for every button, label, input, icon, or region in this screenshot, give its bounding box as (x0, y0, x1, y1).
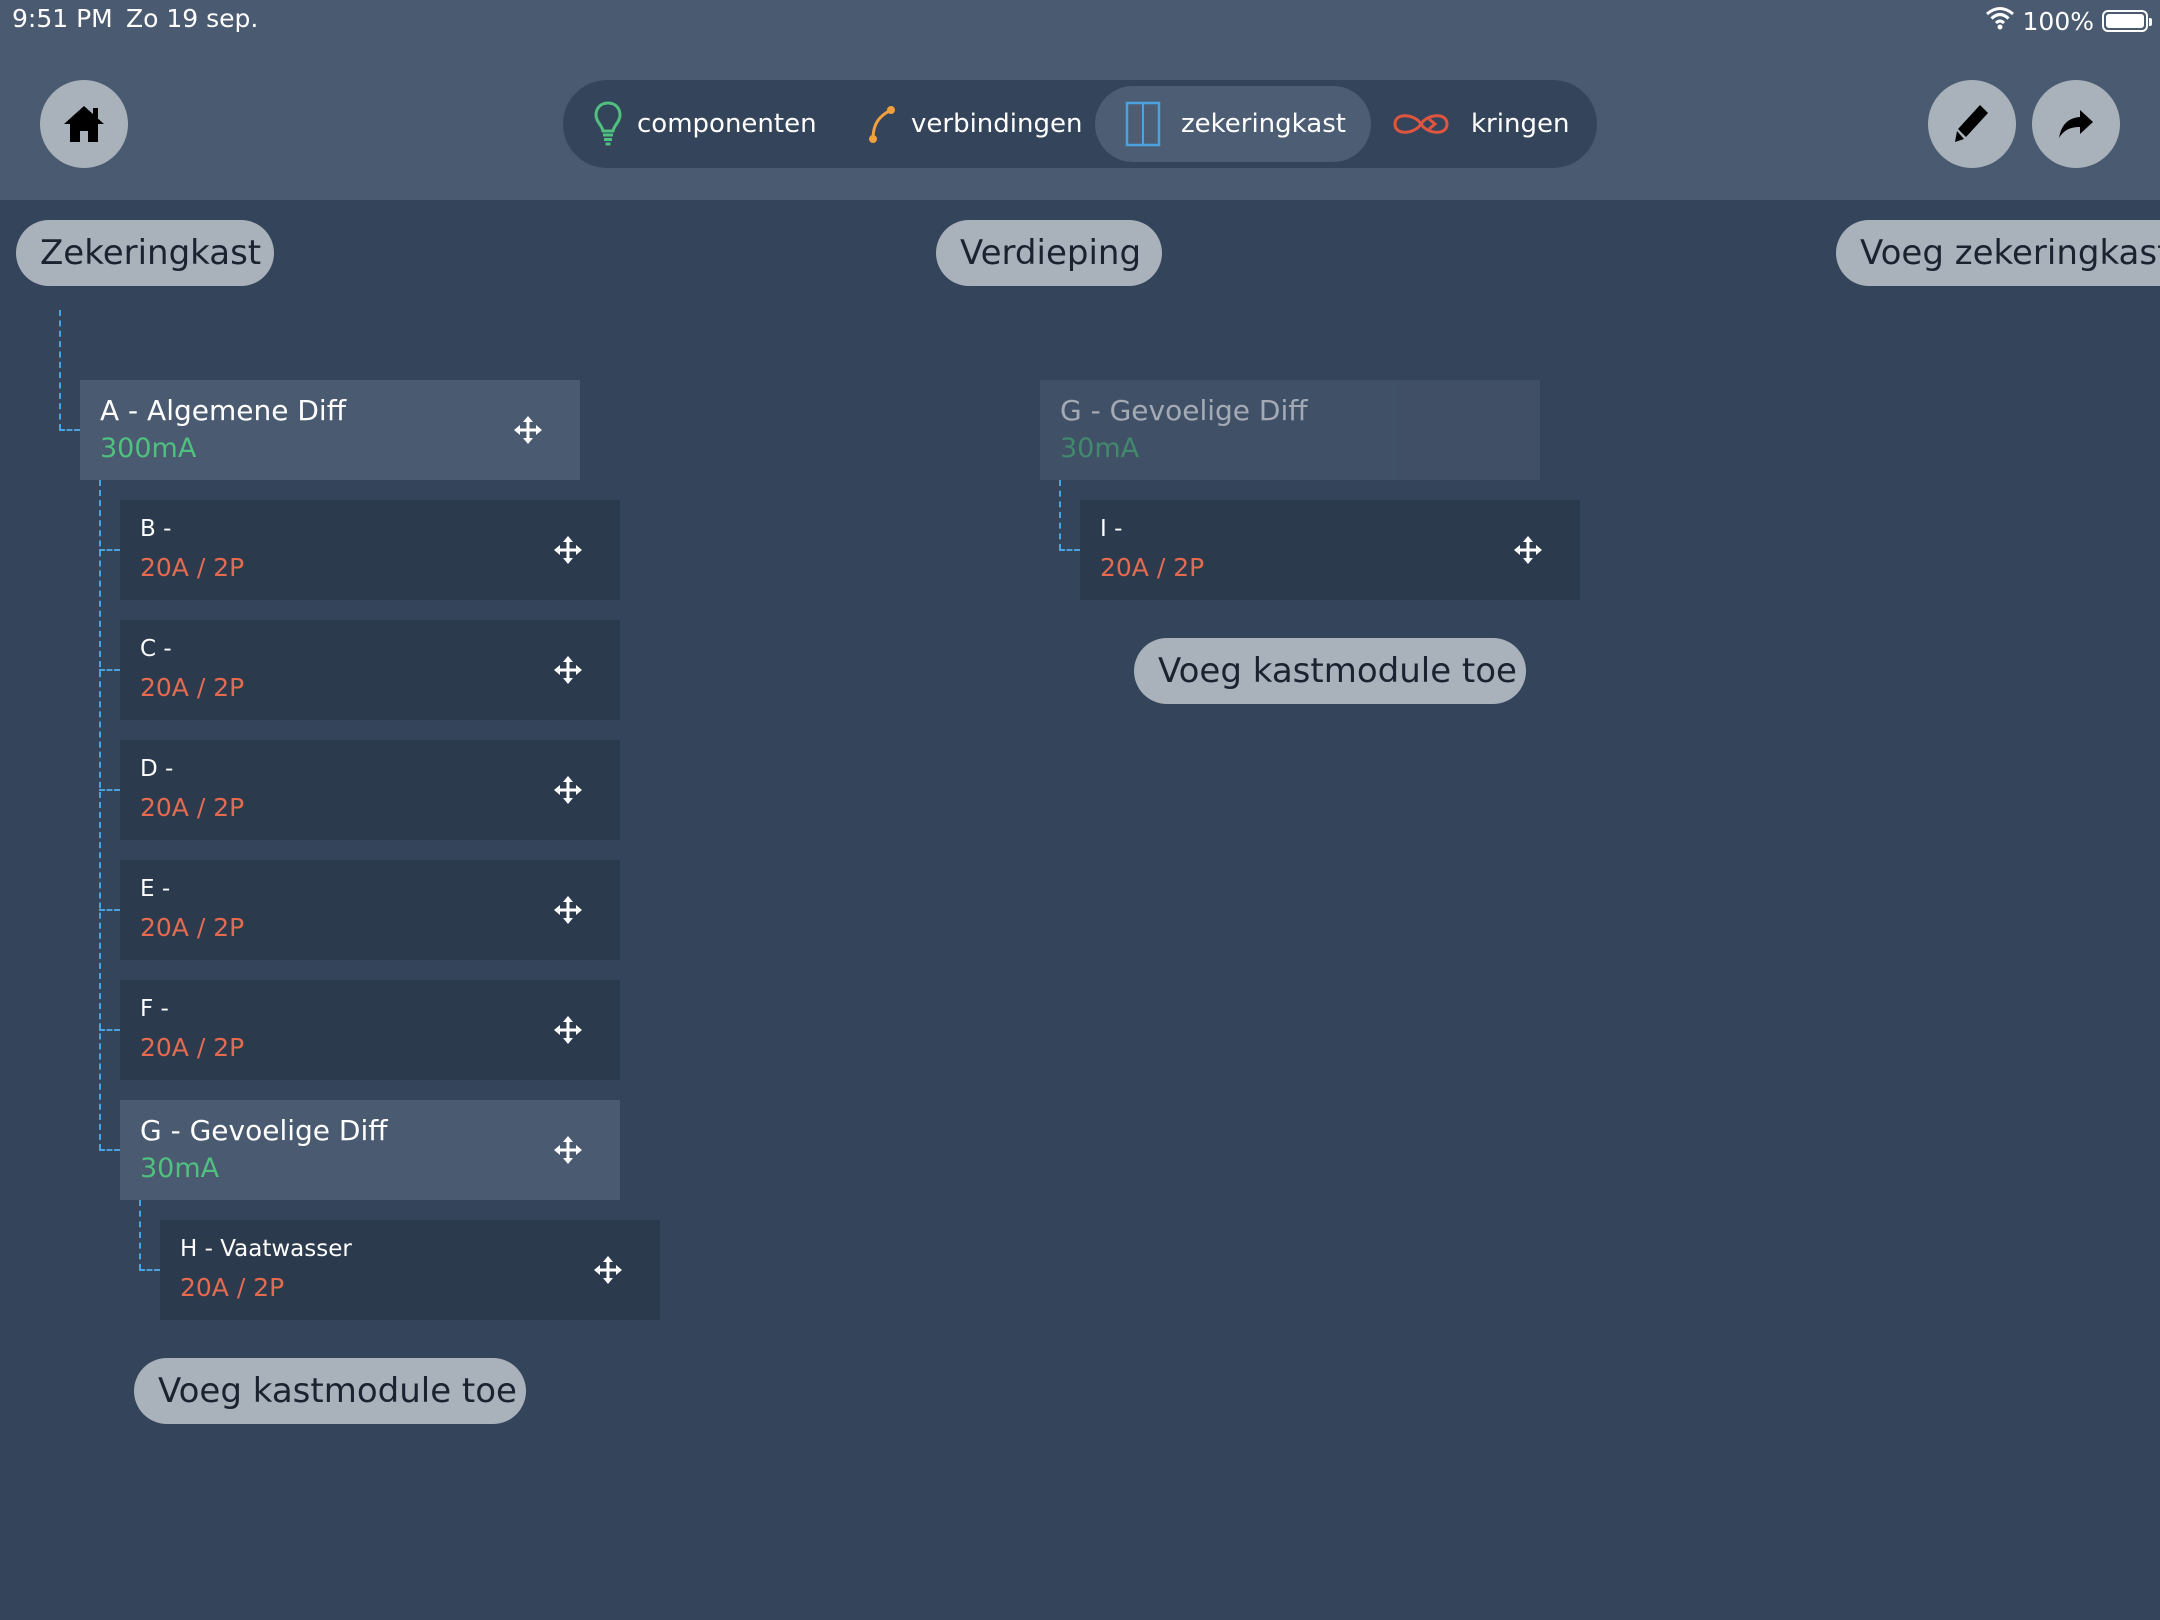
battery-icon (2102, 10, 2152, 32)
connector-line (99, 789, 120, 791)
move-icon[interactable] (552, 1134, 584, 1166)
connector-line (99, 549, 120, 551)
move-icon[interactable] (552, 774, 584, 806)
fusebox-icon (1125, 101, 1161, 147)
connector-line (99, 909, 120, 911)
connector-line (99, 1149, 120, 1151)
card-rating: 20A / 2P (1100, 553, 1205, 582)
card-title: F - (140, 996, 169, 1022)
card-title: A - Algemene Diff (100, 394, 346, 427)
tab-componenten[interactable]: componenten (593, 86, 817, 162)
tab-kringen[interactable]: kringen (1391, 86, 1569, 162)
card-rating: 20A / 2P (140, 793, 245, 822)
connection-curve-icon (867, 104, 897, 144)
view-tab-bar: componenten verbindingen zekeringkast kr… (563, 80, 1597, 168)
move-icon[interactable] (552, 534, 584, 566)
card-rating: 20A / 2P (140, 673, 245, 702)
connector-line (1059, 549, 1080, 551)
home-icon (61, 103, 107, 145)
connector-line (99, 669, 120, 671)
connector-line (59, 310, 61, 430)
add-module-button-floor[interactable]: Voeg kastmodule toe (1134, 638, 1526, 704)
card-rating: 30mA (1060, 433, 1140, 464)
connector-line (139, 1269, 160, 1271)
card-title: G - Gevoelige Diff (140, 1114, 388, 1147)
lightbulb-icon (593, 100, 623, 148)
battery-percentage: 100% (2022, 6, 2094, 36)
verdieping-header[interactable]: Verdieping (936, 220, 1162, 286)
move-icon[interactable] (552, 894, 584, 926)
edit-button[interactable] (1928, 80, 2016, 168)
card-title: H - Vaatwasser (180, 1236, 352, 1262)
card-rating: 300mA (100, 433, 197, 464)
add-module-button[interactable]: Voeg kastmodule toe (134, 1358, 526, 1424)
tab-zekeringkast[interactable]: zekeringkast (1095, 86, 1371, 162)
move-icon[interactable] (592, 1254, 624, 1286)
status-indicators: 100% (1985, 4, 2152, 38)
module-card-e[interactable]: E - 20A / 2P (120, 860, 620, 960)
tab-label: kringen (1471, 109, 1570, 139)
module-card-f[interactable]: F - 20A / 2P (120, 980, 620, 1080)
card-rating: 20A / 2P (180, 1273, 285, 1302)
card-title: D - (140, 756, 174, 782)
status-date: Zo 19 sep. (126, 4, 259, 33)
tab-verbindingen[interactable]: verbindingen (867, 86, 1082, 162)
module-card-d[interactable]: D - 20A / 2P (120, 740, 620, 840)
card-rating: 20A / 2P (140, 913, 245, 942)
card-title: I - (1100, 516, 1123, 542)
connector-line (1059, 480, 1061, 550)
pencil-icon (1952, 102, 1992, 146)
connector-line (139, 1200, 141, 1270)
diff-card-g[interactable]: G - Gevoelige Diff 30mA (120, 1100, 620, 1200)
zekeringkast-header[interactable]: Zekeringkast (16, 220, 274, 286)
tab-label: verbindingen (911, 109, 1083, 139)
share-button[interactable] (2032, 80, 2120, 168)
move-icon[interactable] (552, 654, 584, 686)
tab-label: zekeringkast (1181, 109, 1346, 139)
card-title: E - (140, 876, 171, 902)
module-card-i[interactable]: I - 20A / 2P (1080, 500, 1580, 600)
move-icon[interactable] (512, 414, 544, 446)
card-title: G - Gevoelige Diff (1060, 394, 1308, 427)
infinity-loop-icon (1391, 109, 1451, 139)
connector-line (59, 429, 80, 431)
card-rating: 20A / 2P (140, 1033, 245, 1062)
home-button[interactable] (40, 80, 128, 168)
add-fusebox-button[interactable]: Voeg zekeringkast (1836, 220, 2160, 286)
wifi-icon (1985, 6, 2015, 36)
card-title: C - (140, 636, 172, 662)
connector-line (99, 480, 101, 1150)
module-card-c[interactable]: C - 20A / 2P (120, 620, 620, 720)
diff-card-a[interactable]: A - Algemene Diff 300mA (80, 380, 580, 480)
connector-line (99, 1029, 120, 1031)
card-rating: 20A / 2P (140, 553, 245, 582)
diff-card-g-floor[interactable]: G - Gevoelige Diff 30mA (1040, 380, 1540, 480)
move-icon[interactable] (1512, 534, 1544, 566)
tab-label: componenten (637, 109, 817, 139)
module-card-h[interactable]: H - Vaatwasser 20A / 2P (160, 1220, 660, 1320)
module-card-b[interactable]: B - 20A / 2P (120, 500, 620, 600)
status-time: 9:51 PM (12, 4, 113, 33)
card-title: B - (140, 516, 172, 542)
move-icon[interactable] (552, 1014, 584, 1046)
card-rating: 30mA (140, 1153, 220, 1184)
share-arrow-icon (2056, 107, 2096, 141)
